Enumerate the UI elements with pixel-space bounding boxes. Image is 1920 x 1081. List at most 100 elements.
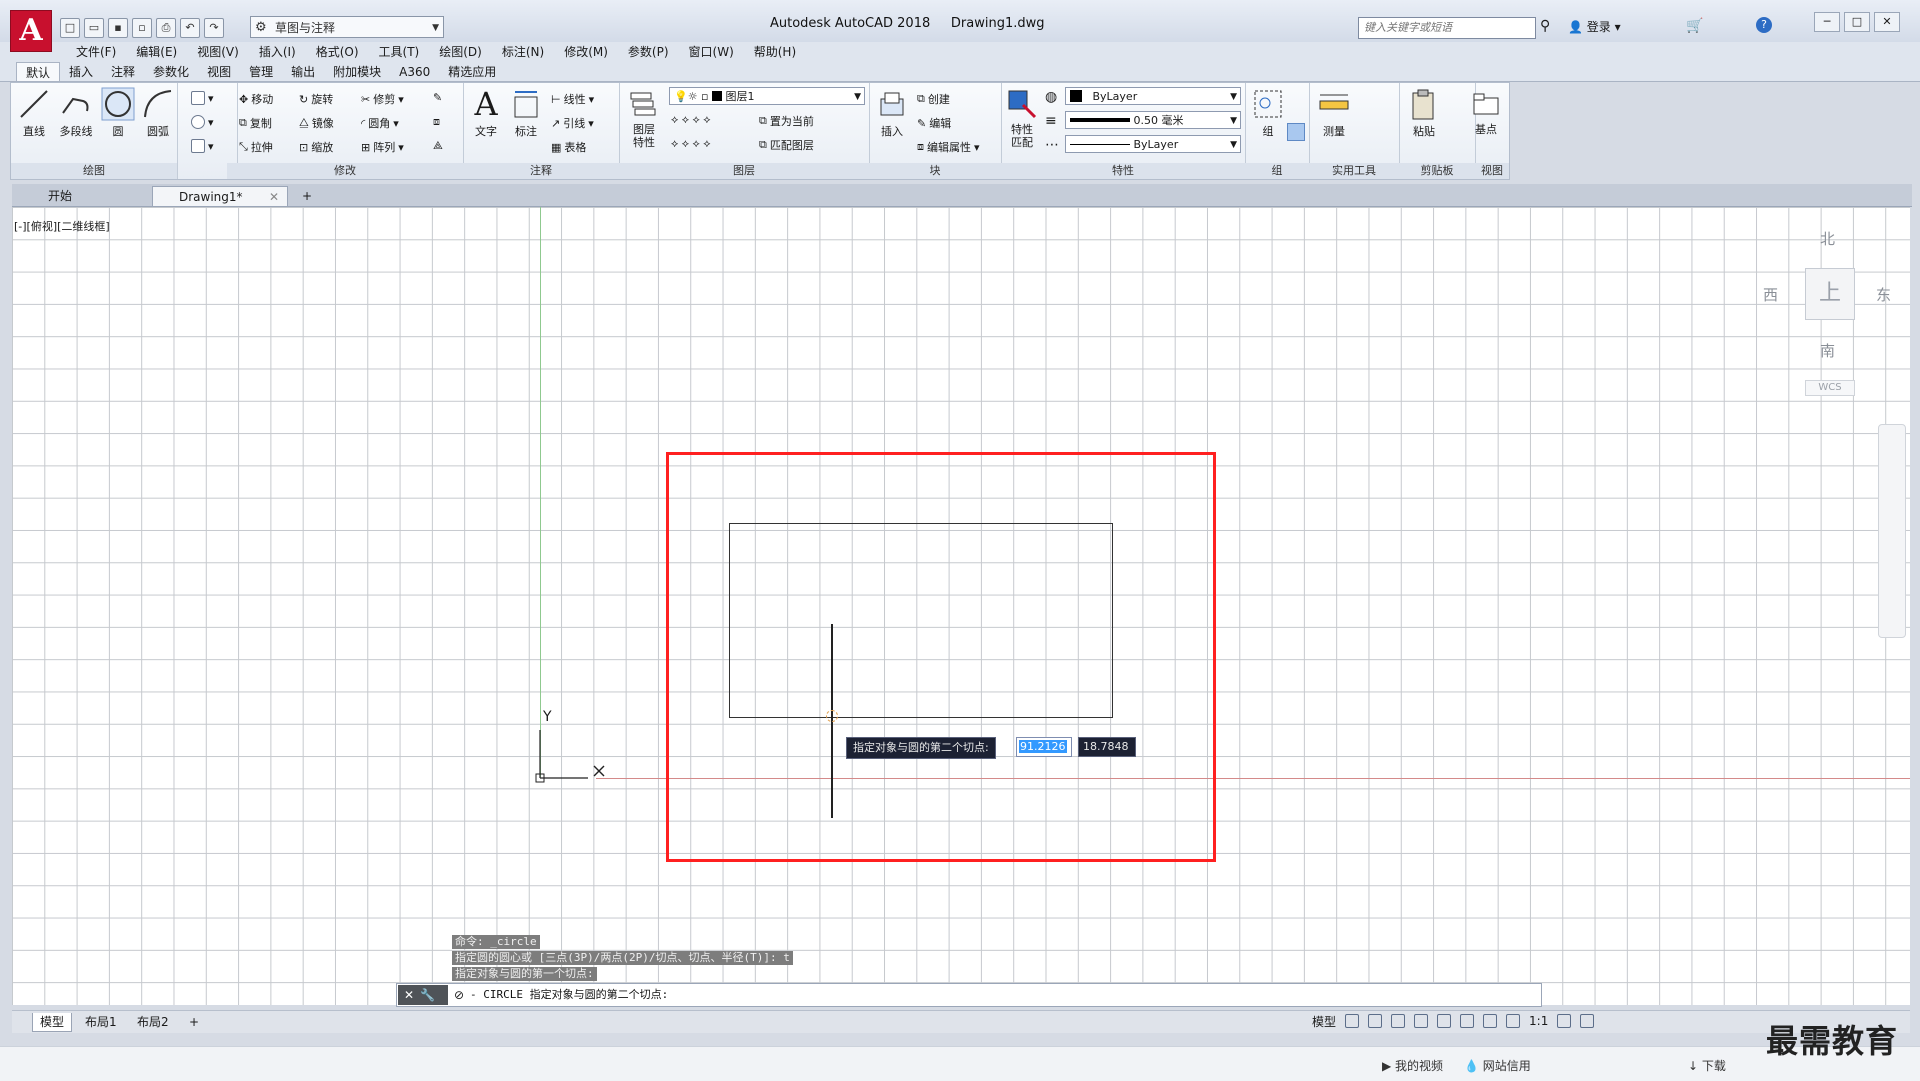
redo-icon[interactable]: ↷ [204, 18, 224, 38]
layer-tools-row-1[interactable]: ⟡ ⟡ ⟡ ⟡ [671, 113, 711, 127]
tab-start[interactable]: 开始 [18, 186, 158, 206]
explode-icon[interactable]: ⟁ [433, 139, 443, 153]
scale-tool[interactable]: ⊡ 缩放 [299, 139, 333, 155]
layer-properties-tool[interactable]: 图层 特性 [623, 87, 665, 149]
command-input[interactable]: - CIRCLE 指定对象与圆的第二个切点: [470, 986, 668, 1002]
search-input[interactable]: 键入关键字或短语 [1358, 17, 1536, 39]
wcs-menu[interactable]: WCS [1805, 380, 1855, 396]
menu-item-4[interactable]: 格式(O) [306, 42, 369, 62]
panel-title-groups[interactable]: 组 [1245, 163, 1309, 179]
ribbon-tab-2[interactable]: 注释 [102, 62, 144, 81]
edit-block[interactable]: ✎ 编辑 [917, 115, 951, 131]
layer-tools-row-2[interactable]: ⟡ ⟡ ⟡ ⟡ [671, 137, 711, 151]
ribbon-tab-6[interactable]: 输出 [282, 62, 324, 81]
lineweight-toggle-icon[interactable] [1483, 1014, 1498, 1028]
print-icon[interactable]: ⎙ [156, 18, 176, 38]
download-link[interactable]: ↓ 下载 [1688, 1057, 1726, 1074]
help-icon[interactable]: ? [1756, 17, 1772, 33]
tab-layout2[interactable]: 布局2 [130, 1013, 176, 1031]
edit-attributes[interactable]: ⧈ 编辑属性 ▾ [917, 139, 980, 155]
ribbon-tab-8[interactable]: A360 [390, 62, 439, 81]
linear-dim-tool[interactable]: ⊢ 线性 ▾ [551, 91, 594, 107]
menu-item-3[interactable]: 插入(I) [249, 42, 306, 62]
array-tool[interactable]: ⊞ 阵列 ▾ [361, 139, 404, 155]
rectangle-tool[interactable]: ▾ [191, 91, 214, 105]
panel-title-block[interactable]: 块 [869, 163, 1001, 179]
linetype-dropdown[interactable]: ByLayer ▼ [1065, 135, 1241, 153]
polyline-tool[interactable]: 多段线 [55, 87, 97, 139]
arc-tool[interactable]: 圆弧 [137, 87, 179, 139]
stretch-tool[interactable]: ⤡ 拉伸 [239, 139, 273, 155]
panel-title-view[interactable]: 视图 [1475, 163, 1509, 179]
copy-tool[interactable]: ⧉ 复制 [239, 115, 272, 131]
viewcube-east[interactable]: 东 [1876, 284, 1891, 305]
group-tool[interactable]: 组 [1247, 87, 1289, 139]
tab-layout1[interactable]: 布局1 [78, 1013, 124, 1031]
annotation-scale[interactable]: 1:1 [1529, 1014, 1548, 1028]
viewcube-west[interactable]: 西 [1763, 284, 1778, 305]
hatch-tool[interactable]: ▾ [191, 139, 214, 153]
viewcube-south[interactable]: 南 [1820, 340, 1835, 361]
otrack-icon[interactable] [1460, 1014, 1475, 1028]
panel-title-clipboard[interactable]: 剪贴板 [1399, 163, 1475, 179]
ribbon-tab-1[interactable]: 插入 [60, 62, 102, 81]
new-tab-button[interactable]: + [296, 186, 316, 206]
viewcube-top-face[interactable]: 上 [1805, 268, 1855, 320]
menu-item-9[interactable]: 参数(P) [618, 42, 679, 62]
save-icon[interactable]: ▪ [108, 18, 128, 38]
annotation-icon[interactable] [1506, 1014, 1521, 1028]
open-icon[interactable]: ▭ [84, 18, 104, 38]
close-button[interactable]: ✕ [1874, 12, 1900, 32]
panel-title-properties[interactable]: 特性 [1001, 163, 1245, 179]
leader-tool[interactable]: ↗ 引线 ▾ [551, 115, 594, 131]
polar-icon[interactable] [1414, 1014, 1429, 1028]
command-icon[interactable]: ⊘ [454, 988, 464, 1002]
panel-title-draw[interactable]: 绘图 [11, 163, 177, 179]
ribbon-tab-0[interactable]: 默认 [16, 62, 61, 81]
offset-icon[interactable]: ⧈ [433, 115, 440, 129]
panel-title-layers[interactable]: 图层 [619, 163, 869, 179]
menu-item-10[interactable]: 窗口(W) [679, 42, 744, 62]
create-block[interactable]: ⧉ 创建 [917, 91, 950, 107]
trim-tool[interactable]: ✂ 修剪 ▾ [361, 91, 404, 107]
circle-tool[interactable]: 圆 [97, 87, 139, 139]
login-button[interactable]: 👤 登录 ▾ [1568, 18, 1621, 35]
panel-title-modify[interactable]: 修改 [227, 163, 463, 179]
cart-icon[interactable]: 🛒 [1686, 18, 1703, 34]
fillet-tool[interactable]: ◜ 圆角 ▾ [361, 115, 399, 131]
basepoint-tool[interactable]: 基点 [1468, 90, 1504, 137]
ortho-icon[interactable] [1391, 1014, 1406, 1028]
gear-icon[interactable] [1557, 1014, 1572, 1028]
undo-icon[interactable]: ↶ [180, 18, 200, 38]
set-current-layer[interactable]: ⧉ 置为当前 [759, 113, 814, 129]
menu-item-11[interactable]: 帮助(H) [744, 42, 806, 62]
ribbon-tab-3[interactable]: 参数化 [144, 62, 198, 81]
ellipse-tool[interactable]: ▾ [191, 115, 214, 129]
viewport-controls[interactable]: [-][俯视][二维线框] [14, 218, 110, 234]
grid-icon[interactable] [1345, 1014, 1360, 1028]
customize-icon[interactable] [1580, 1014, 1595, 1028]
menu-item-7[interactable]: 标注(N) [492, 42, 554, 62]
my-video-link[interactable]: ▶ 我的视频 [1382, 1057, 1443, 1074]
save-as-icon[interactable]: ▫ [132, 18, 152, 38]
wrench-icon[interactable]: 🔧 [420, 988, 435, 1002]
website-credit-link[interactable]: 💧 网站信用 [1464, 1057, 1531, 1074]
mirror-tool[interactable]: ⧋ 镜像 [299, 115, 334, 131]
snap-icon[interactable] [1368, 1014, 1383, 1028]
navigation-bar[interactable] [1878, 424, 1906, 638]
maximize-button[interactable]: □ [1844, 12, 1870, 32]
binoculars-icon[interactable]: ⚲ [1540, 18, 1550, 34]
insert-block-tool[interactable]: 插入 [871, 87, 913, 139]
tab-drawing1[interactable]: Drawing1* ✕ [152, 186, 288, 206]
add-layout-button[interactable]: + [182, 1013, 206, 1031]
menu-item-2[interactable]: 视图(V) [187, 42, 249, 62]
menu-item-1[interactable]: 编辑(E) [126, 42, 187, 62]
panel-title-annotation[interactable]: 注释 [463, 163, 619, 179]
text-tool[interactable]: A 文字 [465, 87, 507, 139]
rotate-tool[interactable]: ↻ 旋转 [299, 91, 333, 107]
workspace-selector[interactable]: ⚙ 草图与注释 ▼ [250, 16, 444, 38]
paste-tool[interactable]: 粘贴 [1403, 87, 1445, 139]
dynamic-input-y-field[interactable]: 18.7848 [1078, 737, 1136, 757]
lineweight-dropdown[interactable]: 0.50 毫米 ▼ [1065, 111, 1241, 129]
match-properties-tool[interactable]: 特性 匹配 [1001, 87, 1043, 149]
